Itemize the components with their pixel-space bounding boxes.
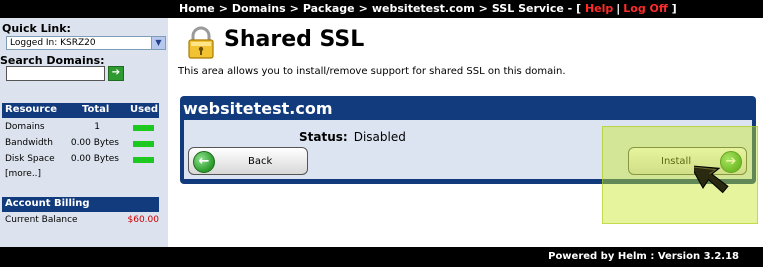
account-billing-header: Account Billing: [2, 197, 159, 212]
search-go-button[interactable]: ➔: [108, 66, 124, 81]
bracket-close: ]: [671, 2, 677, 15]
panel-domain-title: websitetest.com: [183, 99, 333, 118]
page-description: This area allows you to install/remove s…: [178, 66, 566, 77]
resource-row: Domains 1: [2, 120, 159, 136]
more-resources-link[interactable]: [more..]: [5, 169, 41, 179]
resource-header: Resource: [5, 104, 58, 115]
back-button-label: Back: [248, 156, 273, 167]
resource-name: Bandwidth: [5, 138, 53, 148]
balance-value: $60.00: [127, 215, 160, 225]
total-header: Total: [82, 104, 110, 115]
resource-name: Domains: [5, 122, 45, 132]
help-link[interactable]: Help: [585, 2, 613, 15]
chevron-down-icon[interactable]: ▼: [151, 37, 165, 49]
usage-bar: [133, 141, 154, 147]
footer-separator: :: [650, 251, 655, 262]
green-arrow-left-icon: ←: [193, 151, 215, 173]
resource-total: 0.00 Bytes: [70, 138, 119, 148]
green-arrow-right-icon: ➔: [111, 67, 121, 78]
breadcrumb: Home > Domains > Package > websitetest.com > SSL…: [179, 2, 677, 15]
status-line: Status: Disabled: [299, 130, 406, 144]
status-label: Status:: [299, 130, 348, 144]
breadcrumb-separator: >: [289, 2, 299, 15]
breadcrumb-separator: >: [478, 2, 488, 15]
resource-row: Bandwidth 0.00 Bytes: [2, 136, 159, 152]
usage-bar: [133, 157, 154, 163]
breadcrumb-dash: -: [567, 2, 573, 15]
top-bar: Home > Domains > Package > websitetest.com > SSL…: [0, 0, 763, 18]
quick-link-value: Logged In: KSRZ20: [10, 38, 96, 48]
breadcrumb-ssl-service: SSL Service: [491, 2, 564, 15]
mouse-cursor-icon: [694, 165, 729, 194]
resource-name: Disk Space: [5, 154, 55, 164]
resource-total: 0.00 Bytes: [70, 154, 119, 164]
breadcrumb-separator: >: [218, 2, 228, 15]
breadcrumb-package[interactable]: Package: [303, 2, 355, 15]
search-domains-input[interactable]: [6, 66, 105, 81]
padlock-key-icon: [188, 26, 214, 59]
resource-row: Disk Space 0.00 Bytes: [2, 152, 159, 168]
logoff-link[interactable]: Log Off: [623, 2, 668, 15]
quick-link-select[interactable]: Logged In: KSRZ20 ▼: [6, 36, 166, 50]
usage-bar: [133, 125, 154, 131]
link-divider: |: [616, 2, 621, 15]
version-label: Version 3.2.18: [657, 251, 739, 262]
status-value: Disabled: [353, 130, 406, 144]
footer-text: Powered by Helm : Version 3.2.18: [548, 251, 739, 262]
used-header: Used: [130, 104, 159, 115]
resource-table-header: Resource Total Used: [2, 103, 159, 118]
powered-by-label: Powered by Helm: [548, 251, 647, 262]
sidebar: Quick Link: Logged In: KSRZ20 ▼ Search D…: [0, 18, 168, 247]
bracket-open: [: [576, 2, 582, 15]
breadcrumb-separator: >: [358, 2, 368, 15]
resource-total: 1: [94, 122, 100, 132]
breadcrumb-home[interactable]: Home: [179, 2, 215, 15]
breadcrumb-domains[interactable]: Domains: [232, 2, 286, 15]
page-title: Shared SSL: [224, 27, 365, 52]
breadcrumb-domain[interactable]: websitetest.com: [372, 2, 475, 15]
footer-bar: Powered by Helm : Version 3.2.18: [0, 247, 763, 267]
quick-link-title: Quick Link:: [2, 22, 71, 35]
back-button[interactable]: ← Back: [188, 147, 308, 175]
balance-label: Current Balance: [5, 215, 78, 225]
